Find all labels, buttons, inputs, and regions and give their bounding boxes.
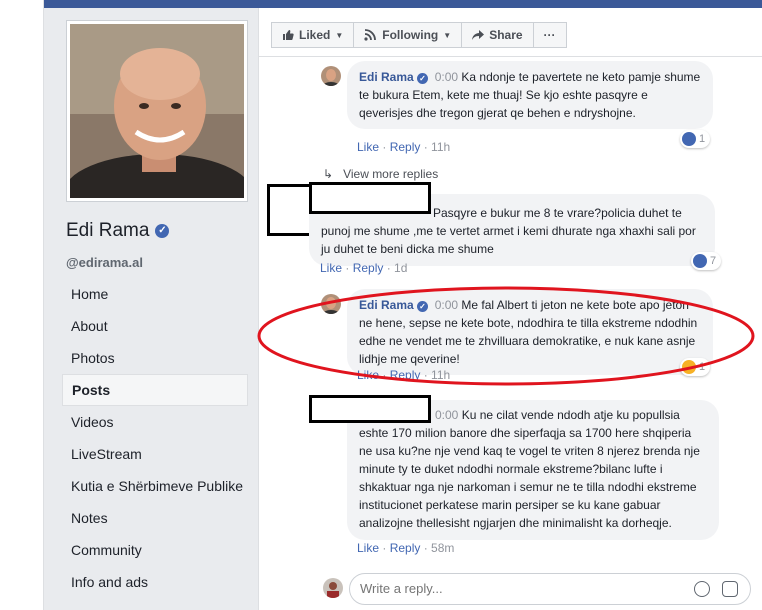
view-more-label: View more replies	[343, 167, 439, 181]
divider	[259, 56, 762, 57]
comment-actions: Like · Reply · 58m	[357, 541, 455, 555]
share-label: Share	[489, 28, 523, 42]
sad-reaction-icon	[682, 360, 696, 374]
page-title[interactable]: Edi Rama ✓	[66, 220, 170, 242]
chevron-down-icon: ▼	[335, 30, 344, 40]
reply-input[interactable]	[360, 581, 680, 596]
profile-picture[interactable]	[66, 20, 248, 202]
more-dots-icon: ···	[543, 28, 556, 42]
reply-link[interactable]: Reply	[390, 541, 421, 555]
reply-link[interactable]: Reply	[390, 140, 421, 154]
comment-actions: Like · Reply · 11h	[357, 368, 451, 382]
commenter-avatar[interactable]	[321, 66, 341, 86]
redacted-avatar	[267, 184, 313, 236]
reaction-number: 1	[699, 133, 706, 145]
share-button[interactable]: Share	[462, 22, 534, 48]
avatar-image	[323, 578, 343, 598]
page-handle[interactable]: @edirama.al	[66, 255, 143, 270]
reply-composer[interactable]	[349, 573, 751, 605]
nav-item-livestream[interactable]: LiveStream	[62, 438, 248, 470]
redacted-author-name	[309, 182, 431, 214]
like-link[interactable]: Like	[357, 140, 379, 154]
like-link[interactable]: Like	[357, 368, 379, 382]
nav-item-notes[interactable]: Notes	[62, 502, 248, 534]
commenter-avatar[interactable]	[321, 294, 341, 314]
profile-photo-image	[70, 24, 244, 198]
liked-label: Liked	[299, 28, 331, 42]
liked-button[interactable]: Liked ▼	[271, 22, 355, 48]
facebook-top-bar	[44, 0, 762, 8]
comment-timestamp: 0:00	[434, 298, 459, 312]
main-content: Liked ▼ Following ▼ Share ··· Edi Rama ✓…	[258, 8, 762, 610]
comment-bubble: Edi Rama ✓ 0:00 Me fal Albert ti jeton n…	[347, 289, 713, 375]
avatar-image	[321, 294, 341, 314]
rss-feed-icon	[364, 29, 377, 41]
comment-age: 58m	[431, 541, 455, 555]
verified-badge-icon: ✓	[417, 73, 429, 84]
nav-item-about[interactable]: About	[62, 310, 248, 342]
nav-item-posts[interactable]: Posts	[62, 374, 248, 406]
sticker-icon[interactable]	[722, 581, 738, 597]
following-button[interactable]: Following ▼	[354, 22, 463, 48]
comment-timestamp: 0:00	[435, 408, 459, 422]
following-label: Following	[382, 28, 439, 42]
browser-left-edge	[0, 0, 44, 610]
page-sidebar: Edi Rama ✓ @edirama.al Home About Photos…	[44, 8, 258, 610]
reaction-number: 7	[710, 255, 717, 267]
emoji-icon[interactable]	[694, 581, 710, 597]
like-reaction-icon	[682, 132, 696, 146]
like-reaction-icon	[693, 254, 707, 268]
nav-item-info-and-ads[interactable]: Info and ads	[62, 566, 248, 598]
like-link[interactable]: Like	[320, 261, 342, 275]
comment-text: Ku ne cilat vende ndodh atje ku popullsi…	[359, 408, 700, 530]
nav-item-videos[interactable]: Videos	[62, 406, 248, 438]
nav-item-photos[interactable]: Photos	[62, 342, 248, 374]
page-name-text: Edi Rama	[66, 220, 150, 241]
comment-timestamp: 0:00	[434, 70, 459, 84]
reaction-count[interactable]: 1	[680, 130, 711, 148]
comment-author[interactable]: Edi Rama	[359, 298, 414, 312]
reaction-count[interactable]: 7	[691, 252, 722, 270]
reply-link[interactable]: Reply	[390, 368, 421, 382]
verified-badge-icon: ✓	[155, 224, 170, 238]
view-more-replies[interactable]: ↳ View more replies	[323, 167, 438, 181]
comment-age: 1d	[394, 261, 408, 275]
thumbs-up-icon	[283, 30, 294, 40]
reaction-number: 1	[699, 361, 706, 373]
redacted-author-name	[309, 395, 431, 423]
reply-link[interactable]: Reply	[353, 261, 384, 275]
nav-item-community[interactable]: Community	[62, 534, 248, 566]
avatar-image	[321, 66, 341, 86]
more-options-button[interactable]: ···	[533, 22, 567, 48]
reaction-count[interactable]: 1	[680, 358, 711, 376]
reply-arrow-icon: ↳	[323, 167, 334, 181]
current-user-avatar	[323, 578, 343, 598]
comment-bubble: Edi Rama ✓ 0:00 Ka ndonje te pavertete n…	[347, 61, 713, 129]
page-action-bar: Liked ▼ Following ▼ Share ···	[271, 22, 567, 48]
verified-badge-icon: ✓	[417, 301, 429, 312]
page-navigation: Home About Photos Posts Videos LiveStrea…	[62, 278, 248, 598]
nav-item-home[interactable]: Home	[62, 278, 248, 310]
nav-item-public-services[interactable]: Kutia e Shërbimeve Publike	[62, 470, 248, 502]
chevron-down-icon: ▼	[443, 30, 452, 40]
comment-actions: Like · Reply · 11h	[357, 140, 451, 154]
like-link[interactable]: Like	[357, 541, 379, 555]
share-arrow-icon	[472, 30, 485, 40]
comment-actions: Like · Reply · 1d	[320, 261, 408, 275]
comment-age: 11h	[431, 368, 451, 382]
comment-author[interactable]: Edi Rama	[359, 70, 414, 84]
comment-age: 11h	[431, 140, 451, 154]
